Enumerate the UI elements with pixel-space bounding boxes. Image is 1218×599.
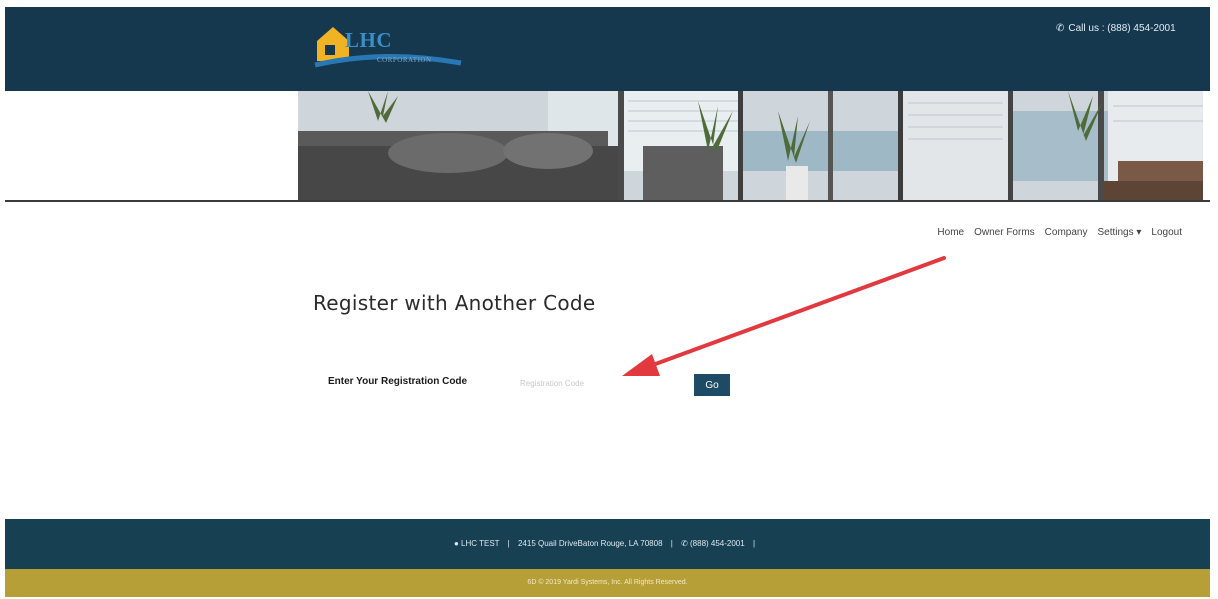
page: LHC CORPORATION ✆ Call us : (888) 454-200… (0, 0, 1218, 599)
call-us[interactable]: ✆ Call us : (888) 454-2001 (1056, 23, 1176, 34)
phone-icon: ✆ (1056, 23, 1065, 34)
logo-text: LHC (345, 28, 393, 52)
registration-code-input[interactable] (520, 372, 680, 394)
nav-item-company[interactable]: Company (1045, 227, 1088, 238)
page-title: Register with Another Code (313, 291, 596, 315)
footer-phone[interactable]: (888) 454-2001 (690, 539, 745, 548)
footer-contact-line: ● LHC TEST | 2415 Quail DriveBaton Rouge… (5, 539, 1210, 548)
site-header: LHC CORPORATION ✆ Call us : (888) 454-200… (5, 7, 1210, 91)
copyright-text: 6D © 2019 Yardi Systems, Inc. All Rights… (527, 579, 688, 586)
footer-separator: | (507, 539, 510, 548)
footer-address: 2415 Quail DriveBaton Rouge, LA 70808 (517, 539, 663, 548)
nav-item-home[interactable]: Home (937, 227, 964, 238)
copyright-bar: 6D © 2019 Yardi Systems, Inc. All Rights… (5, 569, 1210, 597)
go-button[interactable]: Go (694, 374, 730, 396)
nav-item-logout[interactable]: Logout (1151, 227, 1182, 238)
call-us-text: Call us : (888) 454-2001 (1068, 23, 1176, 34)
site-footer: ● LHC TEST | 2415 Quail DriveBaton Rouge… (5, 519, 1210, 569)
banner-image (298, 91, 1203, 201)
footer-location: LHC TEST (461, 539, 500, 548)
map-marker-icon: ● (453, 539, 459, 548)
logo-subtext: CORPORATION (377, 56, 432, 64)
footer-separator: | (752, 539, 756, 548)
nav-item-settings[interactable]: Settings ▾ (1097, 227, 1141, 238)
nav-item-owner-forms[interactable]: Owner Forms (974, 227, 1035, 238)
banner-divider (5, 200, 1210, 202)
main-nav: Home Owner Forms Company Settings ▾ Logo… (937, 227, 1182, 238)
banner-left-blank (5, 91, 298, 201)
registration-code-label: Enter Your Registration Code (328, 376, 468, 387)
phone-icon: ✆ (681, 539, 688, 548)
footer-separator: | (670, 539, 673, 548)
